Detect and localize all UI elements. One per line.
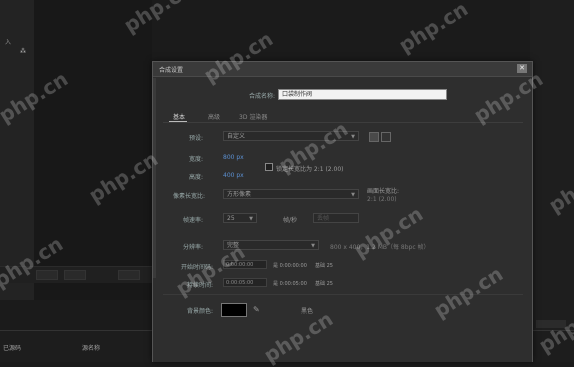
frame-rate-label: 帧速率: [182,217,203,224]
lock-aspect-label: 锁定长宽比为 2:1 (2.00) [276,166,344,173]
tab-advanced[interactable]: 高级 [208,112,220,121]
chevron-down-icon: ▼ [351,134,355,140]
tab-divider [163,122,523,123]
resolution-label: 分辨率: [182,244,203,251]
eyedropper-icon[interactable]: ✎ [253,305,260,314]
panel-label: 入 [5,39,12,46]
toolbar-button[interactable] [36,270,58,280]
height-label: 高度: [188,174,203,181]
start-timecode-base: 基础 25 [315,263,333,269]
frame-aspect-label: 画面长宽比: [367,188,400,195]
resolution-value: 完整 [227,242,240,249]
frame-rate-input[interactable]: 25 ▼ [223,213,257,223]
toolbar-button[interactable] [118,270,140,280]
frame-rate-value: 25 [227,215,235,222]
chevron-down-icon: ▼ [311,243,315,249]
bg-color-name: 黑色 [301,308,314,315]
tab-3d-renderer[interactable]: 3D 渲染器 [239,112,267,121]
frame-rate-unit: 帧/秒 [283,217,298,224]
tab-basic[interactable]: 基本 [173,112,185,121]
duration-label: 持续时间: [186,282,213,289]
start-timecode-info: 是 0:00:00:00 [273,263,307,269]
pixel-aspect-select[interactable]: 方形像素 ▼ [223,189,359,199]
network-icon[interactable]: ⁂ [20,48,26,55]
preset-select[interactable]: 自定义 ▼ [223,131,359,141]
width-label: 宽度: [188,156,203,163]
delete-preset-button[interactable] [381,132,391,142]
frame-aspect-value: 2:1 (2.00) [367,196,397,203]
bg-color-swatch[interactable] [221,303,247,317]
viewer-toolbar [0,266,152,283]
close-icon[interactable]: ✕ [517,64,527,73]
divider [163,294,523,295]
preset-value: 自定义 [227,133,246,140]
scrollbar[interactable] [153,78,156,278]
toolbar-button[interactable] [64,270,86,280]
resolution-info: 800 x 400，1.2 MB（每 8bpc 帧） [330,244,430,251]
width-value[interactable]: 800 px [223,154,244,161]
composition-settings-dialog: 合成设置 ✕ 合成名称: 口袋制作阀 基本 高级 3D 渲染器 预设: 自定义 ▼… [152,61,533,362]
bg-color-label: 背景颜色: [186,308,213,315]
height-value[interactable]: 400 px [223,172,244,179]
panel-button[interactable] [536,320,566,328]
comp-name-input[interactable]: 口袋制作阀 [278,89,447,100]
comp-name-label: 合成名称: [248,93,275,100]
drop-frame-select[interactable]: 丢帧 [313,213,359,223]
chevron-down-icon: ▼ [351,192,355,198]
timeline-column-header[interactable]: 源名称 [82,343,100,352]
dialog-titlebar[interactable]: 合成设置 ✕ [153,62,532,77]
preset-label: 预设: [188,135,203,142]
dialog-title: 合成设置 [159,67,184,74]
pixel-aspect-value: 方形像素 [227,191,252,198]
composition-viewer [34,0,152,300]
save-preset-button[interactable] [369,132,379,142]
lock-aspect-checkbox[interactable] [265,163,273,171]
chevron-down-icon: ▼ [249,216,253,222]
timeline-column-header[interactable]: 已源码 [3,343,21,352]
duration-info: 是 0:00:05:00 [273,281,307,287]
watermark: php.cn [394,0,473,58]
project-panel: 入 ⁂ [0,0,35,300]
right-panel [530,0,574,330]
pixel-aspect-label: 像素长宽比: [172,193,205,200]
duration-input[interactable]: 0:00:05:00 [223,278,267,287]
start-timecode-label: 开始时间码: [180,264,213,271]
drop-frame-value: 丢帧 [317,215,330,222]
start-timecode-input[interactable]: 0:00:00:00 [223,260,267,269]
resolution-select[interactable]: 完整 ▼ [223,240,319,250]
duration-base: 基础 25 [315,281,333,287]
